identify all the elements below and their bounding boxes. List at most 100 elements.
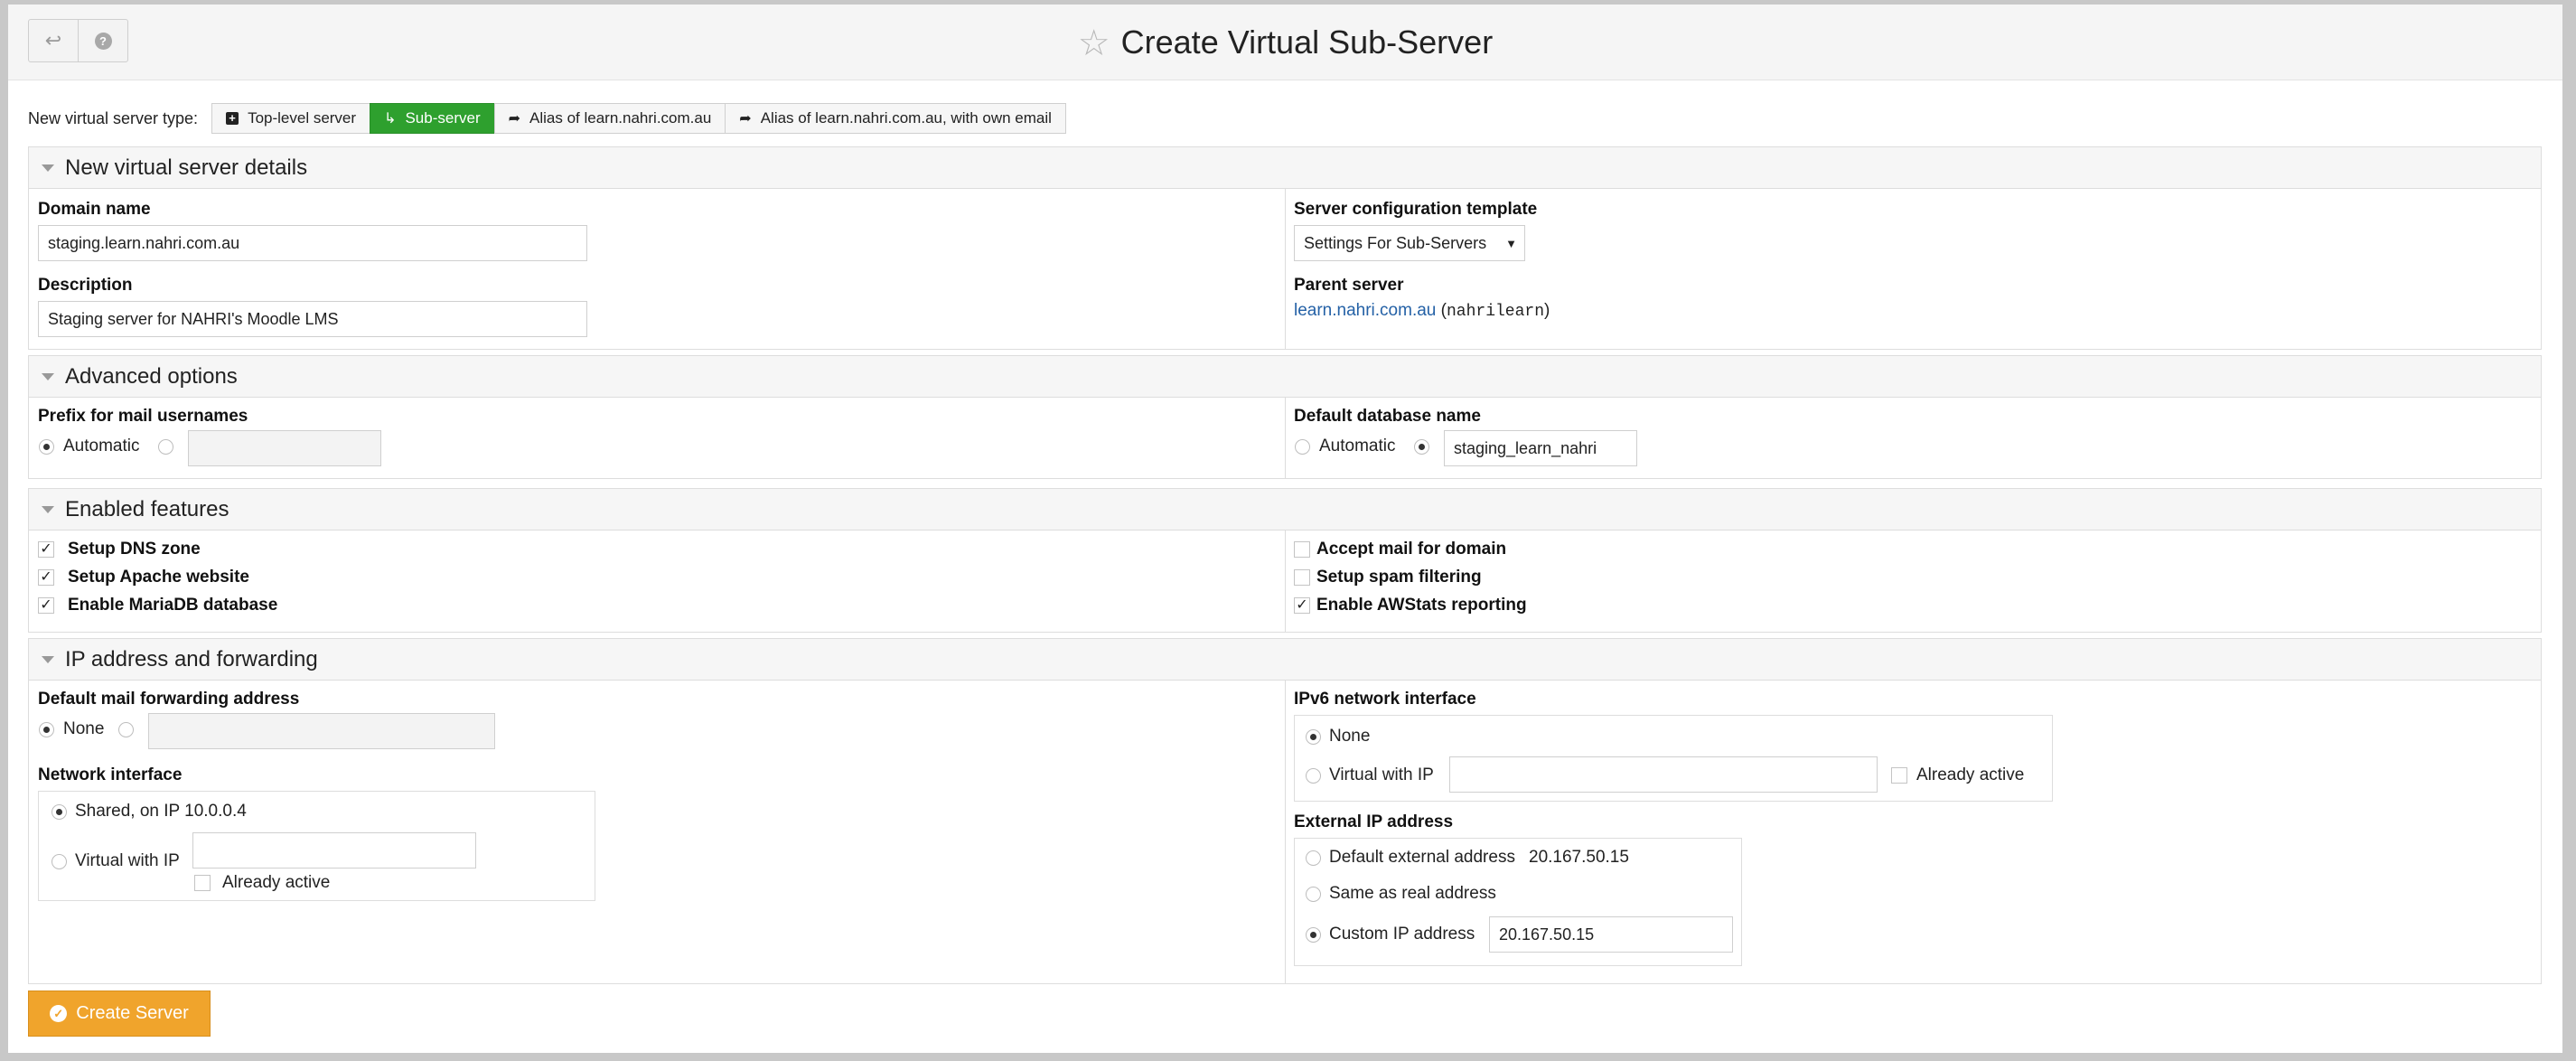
check-circle-icon: ✓ xyxy=(50,1005,68,1022)
section-advanced: Advanced options Prefix for mail usernam… xyxy=(28,355,2542,479)
ipv6-virtual-label: Virtual with IP xyxy=(1329,765,1434,784)
parent-server-user: nahrilearn xyxy=(1446,303,1545,321)
parent-server-link[interactable]: learn.nahri.com.au xyxy=(1294,301,1436,320)
section-ip: IP address and forwarding Default mail f… xyxy=(28,638,2542,984)
ext-default-value: 20.167.50.15 xyxy=(1529,848,1629,867)
netif-virtual-radio[interactable] xyxy=(52,854,67,869)
template-select-value: Settings For Sub-Servers xyxy=(1304,233,1487,252)
db-name-input[interactable]: staging_learn_nahri xyxy=(1444,430,1637,466)
external-ip-label: External IP address xyxy=(1294,812,1454,831)
type-sub-server-button[interactable]: ↳ Sub-server xyxy=(370,103,495,134)
db-automatic-radio[interactable] xyxy=(1295,439,1310,455)
awstats-checkbox[interactable]: ✓ xyxy=(1294,597,1310,614)
network-interface-label: Network interface xyxy=(38,765,183,784)
spam-filtering-label: Setup spam filtering xyxy=(1316,568,1482,587)
mail-forwarding-label: Default mail forwarding address xyxy=(38,690,300,709)
ext-custom-ip-input[interactable]: 20.167.50.15 xyxy=(1489,916,1733,953)
page-title-text: Create Virtual Sub-Server xyxy=(1120,23,1494,61)
ipv6-virtual-ip-input[interactable] xyxy=(1449,756,1878,793)
page-title: ☆ Create Virtual Sub-Server xyxy=(8,17,2562,69)
netif-virtual-label: Virtual with IP xyxy=(75,851,180,870)
ext-default-radio[interactable] xyxy=(1306,850,1321,866)
ipv6-none-label: None xyxy=(1329,727,1371,746)
ext-same-radio[interactable] xyxy=(1306,887,1321,902)
db-automatic-label: Automatic xyxy=(1319,437,1396,455)
level-down-arrow-icon: ↳ xyxy=(384,111,397,127)
type-alias-label: Alias of learn.nahri.com.au xyxy=(529,109,712,127)
title-bar: ↩ ? ☆ Create Virtual Sub-Server xyxy=(8,5,2562,80)
type-alias-email-button[interactable]: ➦ Alias of learn.nahri.com.au, with own … xyxy=(725,103,1066,134)
dns-zone-checkbox[interactable]: ✓ xyxy=(38,541,54,558)
section-features-header[interactable]: Enabled features xyxy=(29,489,2541,530)
ipv6-already-active-checkbox[interactable] xyxy=(1891,767,1907,784)
description-input[interactable]: Staging server for NAHRI's Moodle LMS xyxy=(38,301,587,337)
db-custom-radio[interactable] xyxy=(1414,439,1429,455)
netif-already-active-label: Already active xyxy=(222,873,331,892)
forwarding-address-radio[interactable] xyxy=(118,722,134,737)
mail-prefix-automatic-label: Automatic xyxy=(63,437,140,455)
column-divider xyxy=(1285,398,1286,478)
type-top-level-button[interactable]: + Top-level server xyxy=(211,103,371,134)
apache-website-label: Setup Apache website xyxy=(68,568,249,587)
share-arrow-icon: ➦ xyxy=(508,111,521,127)
plus-square-icon: + xyxy=(226,110,239,127)
type-top-level-label: Top-level server xyxy=(248,109,357,127)
ext-custom-radio[interactable] xyxy=(1306,927,1321,943)
netif-virtual-ip-input[interactable] xyxy=(192,832,476,869)
apache-website-checkbox[interactable]: ✓ xyxy=(38,569,54,586)
section-advanced-header[interactable]: Advanced options xyxy=(29,356,2541,398)
mariadb-checkbox[interactable]: ✓ xyxy=(38,597,54,614)
section-details: New virtual server details Domain name s… xyxy=(28,146,2542,350)
type-alias-button[interactable]: ➦ Alias of learn.nahri.com.au xyxy=(493,103,726,134)
mail-prefix-label: Prefix for mail usernames xyxy=(38,407,248,426)
external-ip-box: Default external address 20.167.50.15 Sa… xyxy=(1294,838,1742,966)
ipv6-virtual-radio[interactable] xyxy=(1306,768,1321,784)
mail-prefix-input[interactable] xyxy=(188,430,381,466)
server-type-row: New virtual server type: + Top-level ser… xyxy=(28,103,1066,134)
section-details-header[interactable]: New virtual server details xyxy=(29,147,2541,189)
accept-mail-label: Accept mail for domain xyxy=(1316,540,1507,559)
collapse-triangle-icon xyxy=(42,372,54,380)
section-advanced-title: Advanced options xyxy=(65,363,238,389)
ext-custom-label: Custom IP address xyxy=(1329,925,1475,944)
forwarding-none-radio[interactable] xyxy=(39,722,54,737)
ext-default-label: Default external address xyxy=(1329,848,1515,867)
ipv6-none-radio[interactable] xyxy=(1306,729,1321,745)
template-select[interactable]: Settings For Sub-Servers ▼ xyxy=(1294,225,1525,261)
create-server-button[interactable]: ✓ Create Server xyxy=(28,991,211,1037)
star-outline-icon[interactable]: ☆ xyxy=(1078,23,1110,63)
accept-mail-checkbox[interactable] xyxy=(1294,541,1310,558)
parent-user-close: ) xyxy=(1544,301,1550,320)
ipv6-interface-label: IPv6 network interface xyxy=(1294,690,1476,709)
type-alias-email-label: Alias of learn.nahri.com.au, with own em… xyxy=(760,109,1052,127)
create-server-label: Create Server xyxy=(76,1003,189,1023)
ext-same-label: Same as real address xyxy=(1329,884,1496,903)
mail-prefix-custom-radio[interactable] xyxy=(158,439,173,455)
netif-already-active-checkbox[interactable] xyxy=(194,875,211,891)
section-features-body: ✓ Setup DNS zone ✓ Setup Apache website … xyxy=(29,530,2541,632)
section-details-body: Domain name staging.learn.nahri.com.au D… xyxy=(29,189,2541,349)
collapse-triangle-icon xyxy=(42,505,54,513)
section-ip-header[interactable]: IP address and forwarding xyxy=(29,639,2541,681)
template-label: Server configuration template xyxy=(1294,200,1538,219)
parent-server-label: Parent server xyxy=(1294,276,1404,295)
mail-prefix-automatic-radio[interactable] xyxy=(39,439,54,455)
netif-shared-radio[interactable] xyxy=(52,804,67,820)
section-ip-body: Default mail forwarding address None Net… xyxy=(29,681,2541,983)
network-interface-box: Shared, on IP 10.0.0.4 Virtual with IP A… xyxy=(38,791,595,901)
dns-zone-label: Setup DNS zone xyxy=(68,540,201,559)
caret-down-icon: ▼ xyxy=(1505,236,1517,250)
section-ip-title: IP address and forwarding xyxy=(65,646,318,671)
type-sub-server-label: Sub-server xyxy=(405,109,481,127)
domain-name-input[interactable]: staging.learn.nahri.com.au xyxy=(38,225,587,261)
collapse-triangle-icon xyxy=(42,164,54,172)
domain-name-label: Domain name xyxy=(38,200,151,219)
forwarding-address-input[interactable] xyxy=(148,713,495,749)
share-arrow-icon: ➦ xyxy=(739,111,752,127)
section-features-title: Enabled features xyxy=(65,496,229,521)
spam-filtering-checkbox[interactable] xyxy=(1294,569,1310,586)
column-divider xyxy=(1285,530,1286,632)
section-details-title: New virtual server details xyxy=(65,155,308,180)
column-divider xyxy=(1285,681,1286,983)
section-features: Enabled features ✓ Setup DNS zone ✓ Setu… xyxy=(28,488,2542,633)
